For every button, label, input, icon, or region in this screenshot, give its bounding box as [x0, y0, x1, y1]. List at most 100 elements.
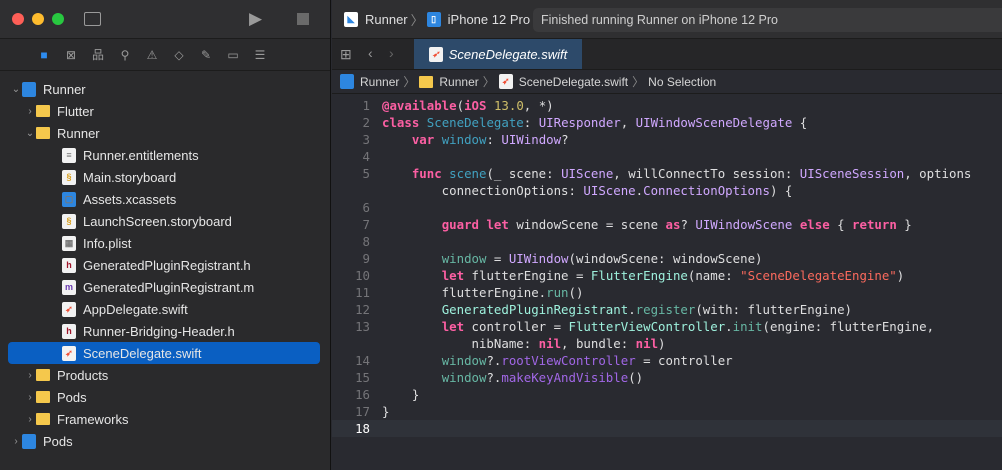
code-line[interactable]: 18 [332, 420, 1002, 437]
tree-item[interactable]: › Pods [0, 386, 330, 408]
code-line[interactable]: connectionOptions: UIScene.ConnectionOpt… [332, 182, 1002, 199]
tree-item[interactable]: ⌄ Runner [0, 78, 330, 100]
minimize-window-button[interactable] [32, 13, 44, 25]
tree-item-label: AppDelegate.swift [83, 301, 188, 317]
tree-item[interactable]: h Runner-Bridging-Header.h [0, 320, 330, 342]
back-icon[interactable]: ‹ [368, 45, 373, 61]
tree-item[interactable]: › Pods [0, 430, 330, 452]
code-line[interactable]: 6 [332, 199, 1002, 216]
breakpoint-icon[interactable]: ▭ [225, 47, 241, 63]
code-token: , *) [523, 98, 554, 113]
chevron-right-icon[interactable]: › [24, 414, 36, 425]
breadcrumb-item[interactable]: Runner [439, 75, 478, 89]
code-line[interactable]: 5 func scene(_ scene: UIScene, willConne… [332, 165, 1002, 182]
breadcrumb-item[interactable]: Runner [360, 75, 399, 89]
chevron-right-icon[interactable]: › [24, 370, 36, 381]
tree-item[interactable]: › Products [0, 364, 330, 386]
tree-item-label: Flutter [57, 103, 94, 119]
code-line[interactable]: 12 GeneratedPluginRegistrant.register(wi… [332, 301, 1002, 318]
tree-item[interactable]: › Frameworks [0, 408, 330, 430]
run-button[interactable]: ▶ [249, 9, 262, 29]
code-text: @available(iOS 13.0, *) [370, 97, 554, 114]
code-line[interactable]: 2 class SceneDelegate: UIResponder, UIWin… [332, 114, 1002, 131]
tree-item[interactable]: ➶ AppDelegate.swift [0, 298, 330, 320]
tree-item[interactable]: ➶ SceneDelegate.swift [8, 342, 320, 364]
code-text: nibName: nil, bundle: nil) [370, 335, 666, 352]
code-text: func scene(_ scene: UIScene, willConnect… [370, 165, 972, 182]
code-line[interactable]: 15 window?.makeKeyAndVisible() [332, 369, 1002, 386]
tree-item[interactable]: § LaunchScreen.storyboard [0, 210, 330, 232]
forward-icon[interactable]: › [389, 45, 394, 61]
tree-item[interactable]: ⌄ Runner [0, 122, 330, 144]
tree-item[interactable]: ▢ Assets.xcassets [0, 188, 330, 210]
chevron-right-icon[interactable]: › [10, 436, 22, 447]
tab-scenedelegate[interactable]: ➶ SceneDelegate.swift [414, 39, 582, 69]
code-token: ) { [769, 183, 793, 198]
chevron-right-icon: 〉 [403, 75, 416, 89]
device-icon: ▯ [426, 11, 441, 27]
scheme-selector[interactable]: Runner [365, 12, 408, 27]
source-control-icon[interactable]: ⊠ [63, 47, 79, 63]
line-number: 2 [362, 115, 370, 130]
code-text: connectionOptions: UIScene.ConnectionOpt… [370, 182, 793, 199]
toggle-sidebar-icon[interactable] [84, 12, 101, 26]
code-line[interactable]: 1 @available(iOS 13.0, *) [332, 97, 1002, 114]
code-line[interactable]: 8 [332, 233, 1002, 250]
code-line[interactable]: 13 let controller = FlutterViewControlle… [332, 318, 1002, 335]
breadcrumb-item[interactable]: No Selection [648, 75, 716, 89]
chevron-right-icon[interactable]: › [24, 392, 36, 403]
code-text: } [370, 403, 389, 420]
breadcrumb-item[interactable]: SceneDelegate.swift [519, 75, 628, 89]
code-token: ? [680, 217, 696, 232]
code-token: UIScene [561, 166, 614, 181]
chevron-down-icon[interactable]: ⌄ [10, 84, 22, 95]
tree-item[interactable]: m GeneratedPluginRegistrant.m [0, 276, 330, 298]
file-icon: h [62, 257, 76, 273]
code-line[interactable]: 14 window?.rootViewController = controll… [332, 352, 1002, 369]
code-token: = controller [635, 353, 733, 368]
warning-icon[interactable]: ⚠ [144, 47, 160, 63]
close-window-button[interactable] [12, 13, 24, 25]
chevron-right-icon: 〉 [410, 12, 424, 28]
chevron-right-icon: 〉 [482, 75, 495, 89]
symbol-icon[interactable]: 品 [90, 47, 106, 63]
tree-item[interactable]: § Main.storyboard [0, 166, 330, 188]
line-number: 4 [362, 149, 370, 164]
code-line[interactable]: 3 var window: UIWindow? [332, 131, 1002, 148]
search-icon[interactable]: ⚲ [117, 47, 133, 63]
report-icon[interactable]: ☰ [252, 47, 268, 63]
zoom-window-button[interactable] [52, 13, 64, 25]
folder-icon[interactable]: ■ [36, 47, 52, 63]
tree-item[interactable]: ≡ Runner.entitlements [0, 144, 330, 166]
code-line[interactable]: 9 window = UIWindow(windowScene: windowS… [332, 250, 1002, 267]
code-token: flutterEngine. [382, 285, 547, 300]
tree-item-label: Runner-Bridging-Header.h [83, 323, 235, 339]
chevron-down-icon[interactable]: ⌄ [24, 128, 36, 139]
code-line[interactable]: 10 let flutterEngine = FlutterEngine(nam… [332, 267, 1002, 284]
chevron-right-icon[interactable]: › [24, 106, 36, 117]
test-icon[interactable]: ◇ [171, 47, 187, 63]
tab-label: SceneDelegate.swift [448, 46, 568, 62]
code-line[interactable]: nibName: nil, bundle: nil) [332, 335, 1002, 352]
code-line[interactable]: 11 flutterEngine.run() [332, 284, 1002, 301]
tree-item[interactable]: › Flutter [0, 100, 330, 122]
tree-item[interactable]: ▦ Info.plist [0, 232, 330, 254]
code-line[interactable]: 4 [332, 148, 1002, 165]
code-line[interactable]: 17} [332, 403, 1002, 420]
debug-icon[interactable]: ✎ [198, 47, 214, 63]
device-selector[interactable]: iPhone 12 Pro [448, 12, 530, 27]
code-line[interactable]: 16 } [332, 386, 1002, 403]
code-token: (name: [687, 268, 741, 283]
line-number [332, 182, 370, 199]
code-token: ?. [486, 370, 502, 385]
grid-icon[interactable]: ⊞ [340, 46, 352, 63]
tree-item[interactable]: h GeneratedPluginRegistrant.h [0, 254, 330, 276]
code-editor[interactable]: 1 @available(iOS 13.0, *) 2 class SceneDele… [332, 97, 1002, 437]
code-token: { [792, 115, 808, 130]
stop-button[interactable] [297, 13, 309, 25]
file-icon: ➶ [62, 301, 76, 317]
line-number: 13 [355, 319, 370, 334]
code-line[interactable]: 7 guard let windowScene = scene as? UIWi… [332, 216, 1002, 233]
